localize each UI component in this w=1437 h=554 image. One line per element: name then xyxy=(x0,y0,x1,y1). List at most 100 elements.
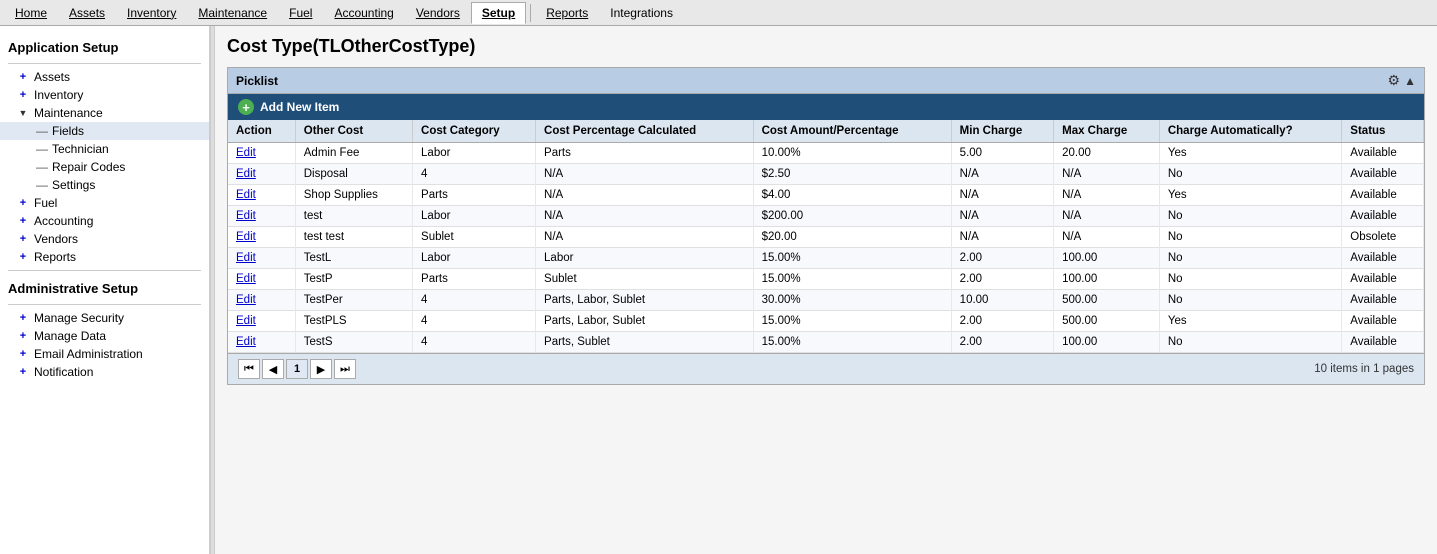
sidebar-label-maintenance: Maintenance xyxy=(34,106,103,120)
picklist-panel: Picklist ⚙ ▲ + Add New Item Action Other… xyxy=(227,67,1425,385)
sidebar-sub-item-repair-codes[interactable]: — Repair Codes xyxy=(0,158,209,176)
cell-min-charge: 2.00 xyxy=(951,248,1053,269)
cell-status: Obsolete xyxy=(1342,227,1424,248)
cell-min-charge: 2.00 xyxy=(951,269,1053,290)
nav-item-setup[interactable]: Setup xyxy=(471,2,526,24)
col-cost-amt-pct: Cost Amount/Percentage xyxy=(753,120,951,143)
add-new-bar[interactable]: + Add New Item xyxy=(228,94,1424,120)
collapse-button[interactable]: ▲ xyxy=(1404,74,1416,88)
nav-item-accounting[interactable]: Accounting xyxy=(323,2,404,24)
gear-button[interactable]: ⚙ xyxy=(1388,72,1401,89)
sidebar-label-technician: Technician xyxy=(52,142,109,156)
cell-cost-pct-calc: Sublet xyxy=(536,269,754,290)
cell-cost-category: Labor xyxy=(413,206,536,227)
sidebar-item-assets[interactable]: + Assets xyxy=(0,68,209,86)
expand-icon-reports: + xyxy=(16,250,30,264)
edit-link[interactable]: Edit xyxy=(236,252,256,264)
cell-min-charge: N/A xyxy=(951,227,1053,248)
sidebar-item-manage-security[interactable]: + Manage Security xyxy=(0,309,209,327)
sidebar-divider-2 xyxy=(8,270,201,271)
cell-charge-auto: No xyxy=(1159,248,1341,269)
edit-link[interactable]: Edit xyxy=(236,210,256,222)
edit-link[interactable]: Edit xyxy=(236,273,256,285)
nav-item-vendors[interactable]: Vendors xyxy=(405,2,471,24)
sidebar-item-accounting[interactable]: + Accounting xyxy=(0,212,209,230)
nav-item-inventory[interactable]: Inventory xyxy=(116,2,187,24)
sidebar-item-email-admin[interactable]: + Email Administration xyxy=(0,345,209,363)
edit-link[interactable]: Edit xyxy=(236,168,256,180)
cell-charge-auto: Yes xyxy=(1159,311,1341,332)
pagination-info: 10 items in 1 pages xyxy=(1314,363,1414,375)
edit-link[interactable]: Edit xyxy=(236,147,256,159)
cell-other-cost: TestPLS xyxy=(295,311,412,332)
cell-min-charge: 5.00 xyxy=(951,143,1053,164)
cell-cost-amt-pct: 15.00% xyxy=(753,311,951,332)
cell-cost-category: Sublet xyxy=(413,227,536,248)
edit-link[interactable]: Edit xyxy=(236,231,256,243)
col-cost-pct-calc: Cost Percentage Calculated xyxy=(536,120,754,143)
sidebar-item-fuel[interactable]: + Fuel xyxy=(0,194,209,212)
sidebar-sub-item-fields[interactable]: — Fields xyxy=(0,122,209,140)
sidebar-sub-item-technician[interactable]: — Technician xyxy=(0,140,209,158)
page-last-button[interactable]: ⏭ xyxy=(334,359,356,379)
nav-item-home[interactable]: Home xyxy=(4,2,58,24)
sub-dash-technician: — xyxy=(36,142,48,156)
nav-item-assets[interactable]: Assets xyxy=(58,2,116,24)
expand-icon-notification: + xyxy=(16,365,30,379)
cell-other-cost: TestL xyxy=(295,248,412,269)
picklist-header-label: Picklist xyxy=(236,74,278,88)
cell-cost-amt-pct: 15.00% xyxy=(753,248,951,269)
sidebar-sub-item-settings[interactable]: — Settings xyxy=(0,176,209,194)
sidebar-label-assets: Assets xyxy=(34,70,70,84)
expand-icon-accounting: + xyxy=(16,214,30,228)
sidebar-item-reports[interactable]: + Reports xyxy=(0,248,209,266)
nav-item-integrations[interactable]: Integrations xyxy=(599,2,684,24)
cell-action: Edit xyxy=(228,248,295,269)
pagination-controls: ⏮ ◀ 1 ▶ ⏭ xyxy=(238,359,356,379)
cell-min-charge: N/A xyxy=(951,164,1053,185)
cell-status: Available xyxy=(1342,164,1424,185)
sidebar-item-notification[interactable]: + Notification xyxy=(0,363,209,381)
cell-cost-category: Labor xyxy=(413,143,536,164)
cell-action: Edit xyxy=(228,164,295,185)
cell-cost-pct-calc: Parts, Sublet xyxy=(536,332,754,353)
cell-charge-auto: Yes xyxy=(1159,143,1341,164)
sidebar-item-inventory[interactable]: + Inventory xyxy=(0,86,209,104)
cell-cost-amt-pct: $2.50 xyxy=(753,164,951,185)
cell-cost-pct-calc: Parts, Labor, Sublet xyxy=(536,311,754,332)
edit-link[interactable]: Edit xyxy=(236,189,256,201)
edit-link[interactable]: Edit xyxy=(236,315,256,327)
cell-cost-category: Parts xyxy=(413,185,536,206)
cell-cost-pct-calc: N/A xyxy=(536,206,754,227)
cell-status: Available xyxy=(1342,185,1424,206)
sidebar-label-notification: Notification xyxy=(34,365,93,379)
sidebar-item-manage-data[interactable]: + Manage Data xyxy=(0,327,209,345)
cell-cost-category: Parts xyxy=(413,269,536,290)
cell-action: Edit xyxy=(228,290,295,311)
top-navigation: HomeAssetsInventoryMaintenanceFuelAccoun… xyxy=(0,0,1437,26)
page-next-button[interactable]: ▶ xyxy=(310,359,332,379)
cell-cost-pct-calc: Labor xyxy=(536,248,754,269)
edit-link[interactable]: Edit xyxy=(236,336,256,348)
page-current-button[interactable]: 1 xyxy=(286,359,308,379)
pagination-bar: ⏮ ◀ 1 ▶ ⏭ 10 items in 1 pages xyxy=(228,353,1424,384)
nav-item-fuel[interactable]: Fuel xyxy=(278,2,323,24)
sidebar-item-vendors[interactable]: + Vendors xyxy=(0,230,209,248)
cell-status: Available xyxy=(1342,290,1424,311)
nav-item-maintenance[interactable]: Maintenance xyxy=(187,2,278,24)
sidebar-divider-1 xyxy=(8,63,201,64)
sidebar-label-fields: Fields xyxy=(52,124,84,138)
page-title: Cost Type(TLOtherCostType) xyxy=(227,36,1425,57)
nav-item-reports[interactable]: Reports xyxy=(535,2,599,24)
sub-dash-repair-codes: — xyxy=(36,160,48,174)
edit-link[interactable]: Edit xyxy=(236,294,256,306)
table-header-row: Action Other Cost Cost Category Cost Per… xyxy=(228,120,1424,143)
page-prev-button[interactable]: ◀ xyxy=(262,359,284,379)
cell-action: Edit xyxy=(228,206,295,227)
cell-status: Available xyxy=(1342,206,1424,227)
sidebar-item-maintenance[interactable]: ▼ Maintenance xyxy=(0,104,209,122)
expand-icon-email-admin: + xyxy=(16,347,30,361)
cell-status: Available xyxy=(1342,332,1424,353)
page-first-button[interactable]: ⏮ xyxy=(238,359,260,379)
sidebar-label-manage-security: Manage Security xyxy=(34,311,124,325)
